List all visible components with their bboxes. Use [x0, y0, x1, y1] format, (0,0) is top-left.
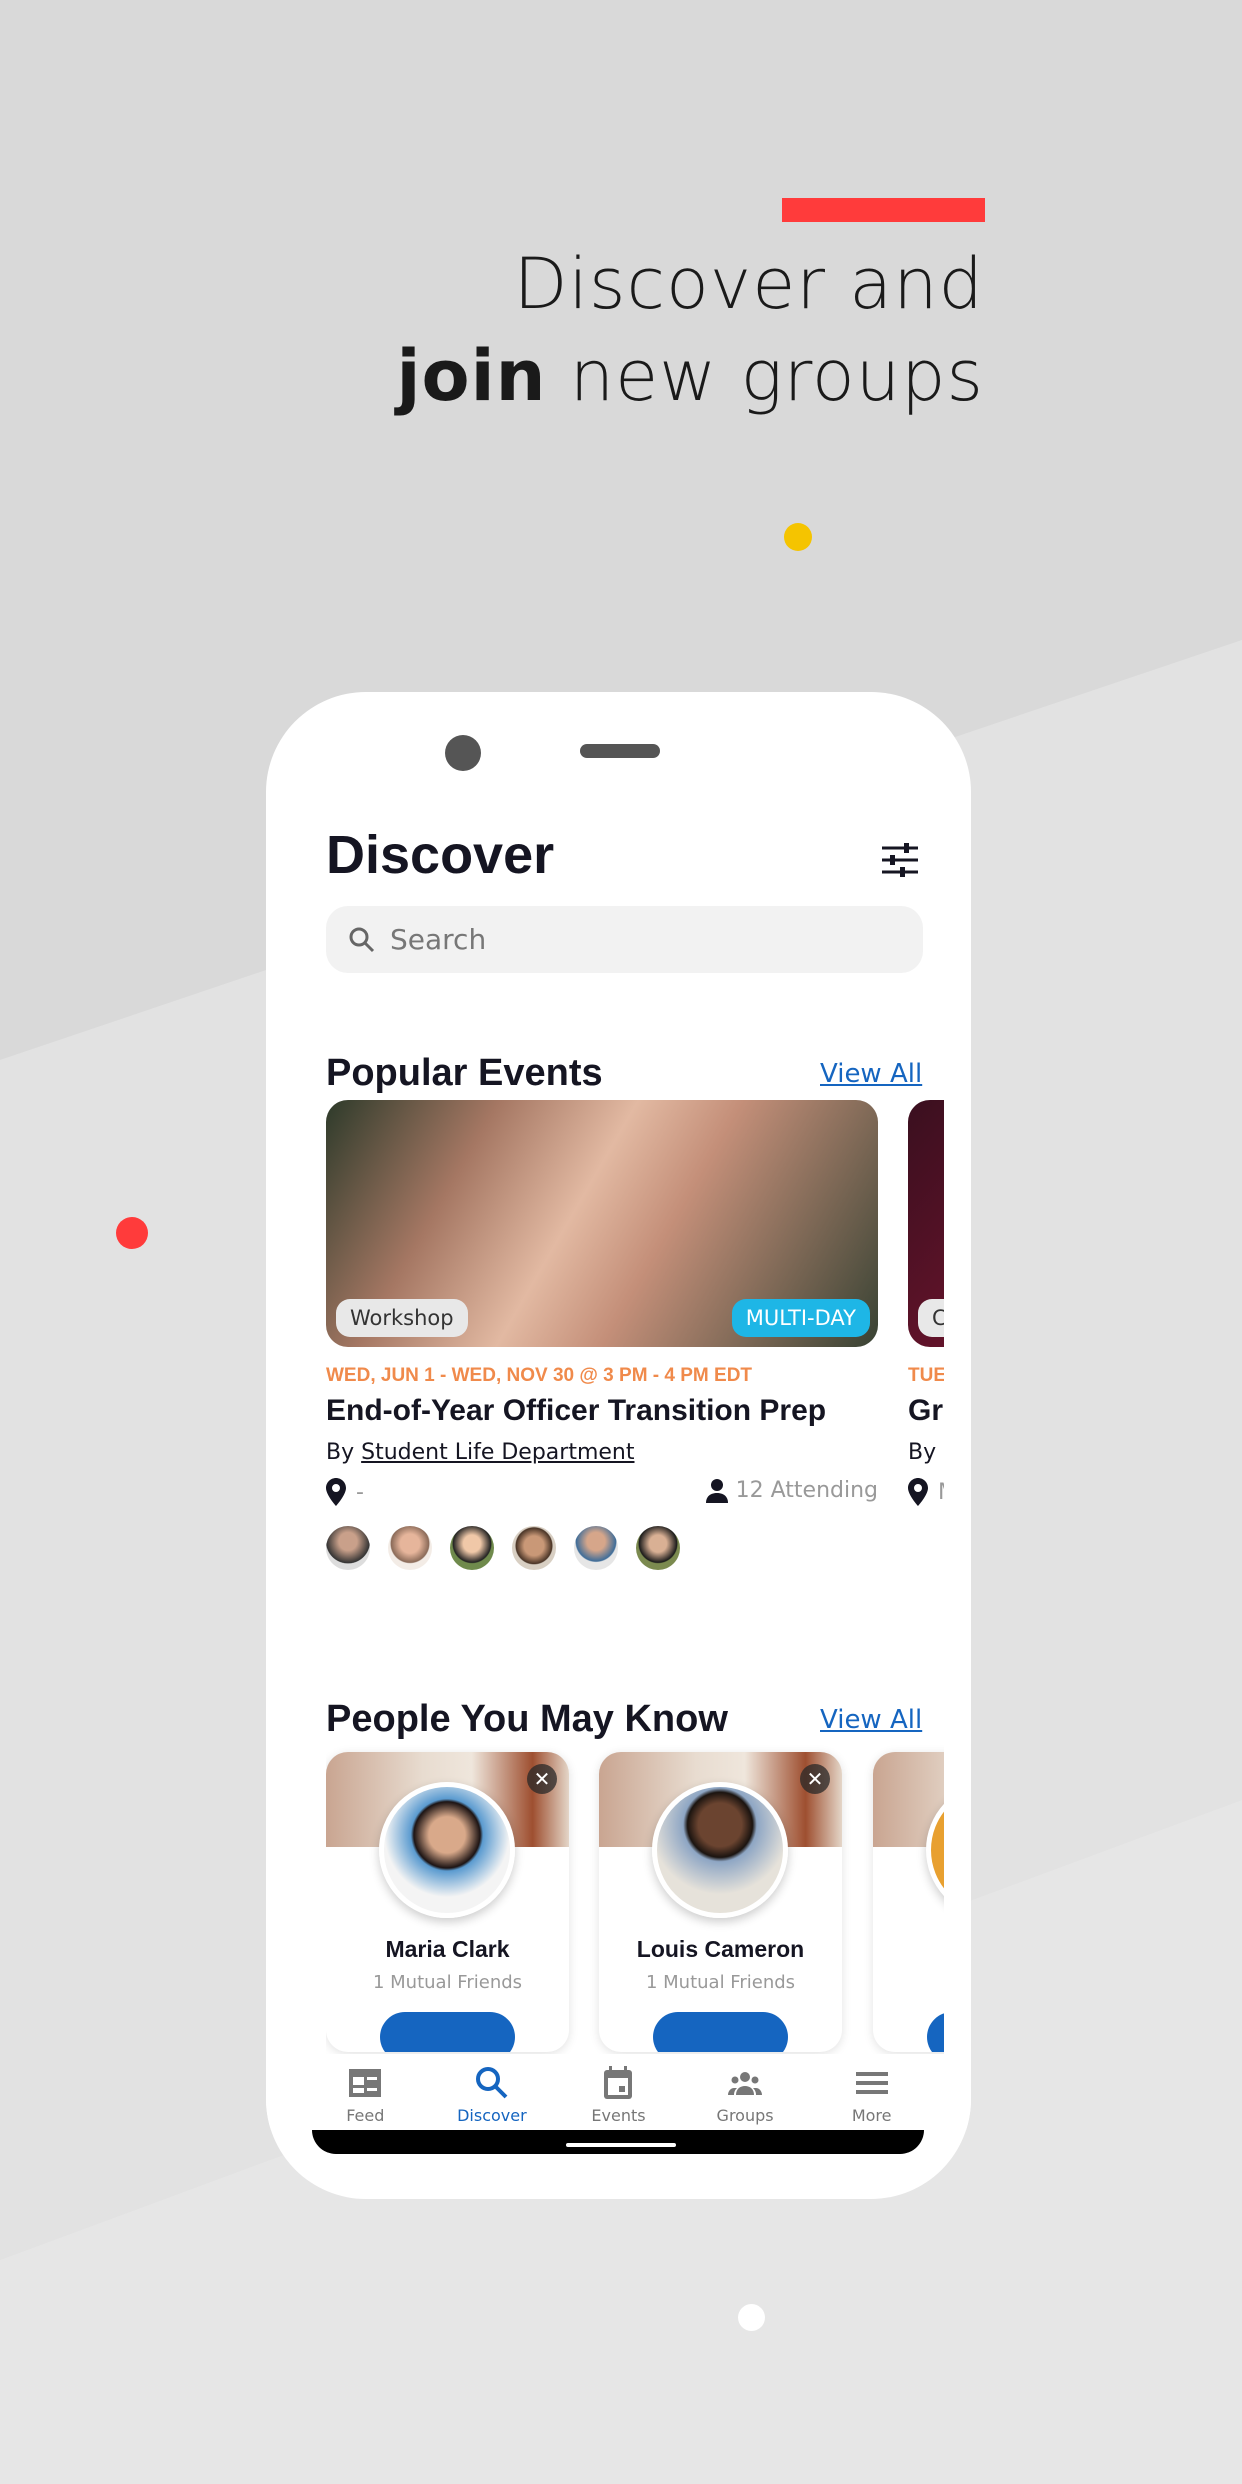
- person-card[interactable]: Jo: [873, 1752, 944, 2052]
- nav-label: Feed: [346, 2106, 385, 2125]
- search-input[interactable]: Search: [326, 906, 923, 973]
- close-icon[interactable]: ✕: [527, 1764, 557, 1794]
- attendee-avatar[interactable]: [636, 1526, 680, 1570]
- event-location: M: [908, 1478, 944, 1506]
- sliders-icon[interactable]: [880, 842, 920, 878]
- nav-label: More: [851, 2106, 892, 2125]
- person-card[interactable]: ✕ Maria Clark 1 Mutual Friends: [326, 1752, 569, 2052]
- avatar: [652, 1782, 788, 1918]
- nav-more[interactable]: More: [808, 2054, 935, 2130]
- people-view-all-link[interactable]: View All: [820, 1705, 922, 1735]
- location-text: -: [356, 1479, 364, 1505]
- location-pin-icon: [908, 1478, 928, 1506]
- menu-icon: [855, 2072, 888, 2094]
- person-name: Maria Clark: [385, 1936, 510, 1962]
- nav-groups[interactable]: Groups: [682, 2054, 809, 2130]
- groups-icon: [728, 2072, 763, 2095]
- nav-events[interactable]: Events: [555, 2054, 682, 2130]
- speaker: [580, 744, 660, 758]
- events-view-all-link[interactable]: View All: [820, 1059, 922, 1089]
- event-card[interactable]: Workshop MULTI-DAY WED, JUN 1 - WED, NOV…: [326, 1100, 878, 1570]
- search-icon: [475, 2067, 508, 2099]
- decor-dot-white: [738, 2304, 765, 2331]
- search-placeholder: Search: [390, 923, 487, 956]
- avatar: [379, 1782, 515, 1918]
- mutual-friends: 1 Mutual Friends: [645, 1972, 796, 1993]
- person-name: Louis Cameron: [636, 1936, 805, 1962]
- close-icon[interactable]: ✕: [800, 1764, 830, 1794]
- location-pin-icon: [326, 1478, 346, 1506]
- popular-events-title: Popular Events: [326, 1052, 603, 1094]
- decor-dot-red: [116, 1217, 148, 1249]
- headline-line1: Discover and: [513, 243, 984, 325]
- event-title: End-of-Year Officer Transition Prep: [326, 1394, 827, 1427]
- home-indicator[interactable]: [566, 2143, 676, 2147]
- nav-discover[interactable]: Discover: [429, 2054, 556, 2130]
- headline-bold: join: [396, 335, 547, 417]
- attendee-avatars: [326, 1526, 726, 1570]
- nav-label: Groups: [716, 2106, 774, 2125]
- attendee-avatar[interactable]: [574, 1526, 618, 1570]
- calendar-icon: [604, 2066, 633, 2099]
- phone-bottom-bezel: [312, 2130, 924, 2154]
- attending-count: 12 Attending: [705, 1478, 878, 1503]
- event-organizer: By Student Life Department: [326, 1440, 635, 1465]
- attendee-avatar[interactable]: [326, 1526, 370, 1570]
- headline-line2: join new groups: [397, 330, 984, 422]
- person-icon: [705, 1478, 728, 1503]
- event-title: Gr: [908, 1394, 944, 1427]
- person-name: Jo: [873, 1936, 944, 1963]
- page-title: Discover: [326, 825, 555, 885]
- attendee-avatar[interactable]: [388, 1526, 432, 1570]
- bottom-nav: Feed Discover Events Groups More: [266, 2054, 971, 2130]
- nav-feed[interactable]: Feed: [302, 2054, 429, 2130]
- people-title: People You May Know: [326, 1698, 728, 1740]
- organizer-link[interactable]: Student Life Department: [361, 1440, 634, 1465]
- mutual-friends: 1 Mutual Friends: [372, 1972, 523, 1993]
- attendee-avatar[interactable]: [512, 1526, 556, 1570]
- people-carousel: ✕ Maria Clark 1 Mutual Friends ✕ Louis C…: [326, 1752, 944, 2082]
- headline-rest: new groups: [569, 335, 984, 417]
- app-screen: Discover Search Popular Events View All …: [326, 812, 944, 2152]
- accent-bar: [782, 198, 985, 222]
- category-badge: C: [918, 1299, 944, 1337]
- feed-icon: [349, 2069, 382, 2097]
- search-icon: [349, 927, 375, 952]
- event-date: TUE: [908, 1365, 944, 1386]
- event-card[interactable]: C TUE Gr By M: [908, 1100, 944, 1506]
- add-friend-button[interactable]: [653, 2012, 788, 2052]
- nav-label: Events: [591, 2106, 646, 2125]
- location-text: M: [938, 1480, 944, 1505]
- event-organizer: By: [908, 1440, 937, 1465]
- decor-dot-yellow: [784, 523, 812, 551]
- multi-day-badge: MULTI-DAY: [731, 1299, 870, 1337]
- attending-text: 12 Attending: [735, 1478, 878, 1503]
- attendee-avatar[interactable]: [450, 1526, 494, 1570]
- category-badge: Workshop: [336, 1299, 468, 1337]
- nav-label: Discover: [457, 2106, 527, 2125]
- headline: Discover and join new groups: [397, 238, 984, 422]
- phone-mockup: Discover Search Popular Events View All …: [266, 692, 971, 2199]
- by-prefix: By: [326, 1440, 355, 1465]
- event-date: WED, JUN 1 - WED, NOV 30 @ 3 PM - 4 PM E…: [326, 1365, 753, 1386]
- add-friend-button[interactable]: [380, 2012, 515, 2052]
- add-friend-button[interactable]: [927, 2012, 944, 2052]
- event-location: -: [326, 1478, 364, 1506]
- camera: [445, 735, 481, 771]
- person-card[interactable]: ✕ Louis Cameron 1 Mutual Friends: [599, 1752, 842, 2052]
